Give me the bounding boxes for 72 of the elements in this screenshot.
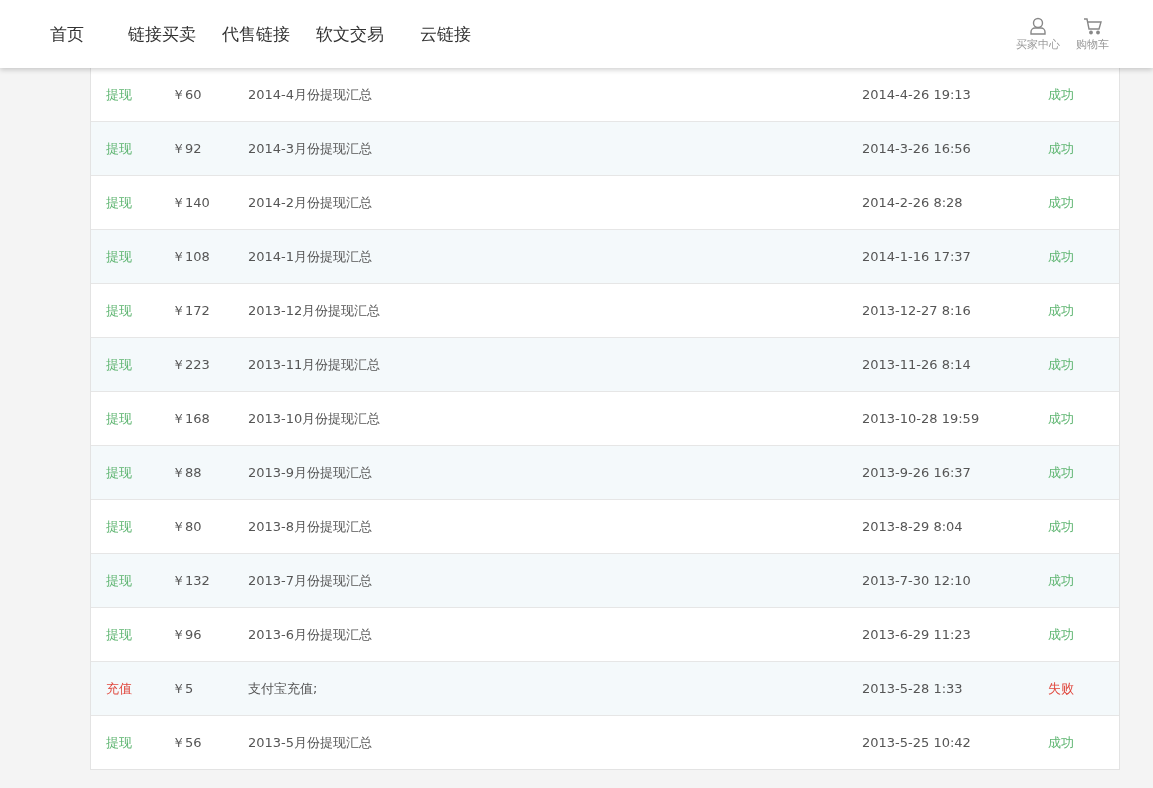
amount-cell-text: ￥56 — [172, 733, 203, 752]
user-icon — [1029, 16, 1047, 35]
nav-link[interactable]: 软文交易 — [316, 22, 384, 46]
amount-cell-text: ￥168 — [172, 409, 211, 428]
time-cell-text: 2014-2-26 8:28 — [862, 195, 964, 210]
status-cell: 成功 — [1048, 193, 1074, 212]
description-cell-text: 2013-12月份提现汇总 — [248, 301, 382, 320]
description-cell-text: 2014-2月份提现汇总 — [248, 193, 374, 212]
status-cell: 成功 — [1048, 625, 1074, 644]
status-cell: 成功 — [1048, 463, 1074, 482]
type-cell-text: 提现 — [106, 463, 133, 482]
description-cell-text: 2013-6月份提现汇总 — [248, 625, 374, 644]
time-cell-text: 2013-5-25 10:42 — [862, 735, 972, 750]
amount-cell-text: ￥108 — [172, 247, 211, 266]
description-cell-text: 2013-10月份提现汇总 — [248, 409, 382, 428]
status-cell: 成功 — [1048, 301, 1074, 320]
description-cell-text: 2014-1月份提现汇总 — [248, 247, 374, 266]
status-cell: 成功 — [1048, 85, 1074, 104]
amount-cell-text: ￥92 — [172, 139, 203, 158]
type-cell-text: 提现 — [106, 139, 133, 158]
description-cell-text: 2013-8月份提现汇总 — [248, 517, 374, 536]
description-cell-text: 2014-4月份提现汇总 — [248, 85, 374, 104]
time-cell-text: 2014-1-16 17:37 — [862, 249, 972, 264]
amount-cell-text: ￥223 — [172, 355, 211, 374]
type-cell-text: 提现 — [106, 301, 133, 320]
description-cell-text: 2013-5月份提现汇总 — [248, 733, 374, 752]
cart-icon — [1082, 16, 1103, 35]
description-cell-text: 2013-9月份提现汇总 — [248, 463, 374, 482]
time-cell-text: 2013-10-28 19:59 — [862, 411, 981, 426]
type-cell-text: 充值 — [106, 679, 133, 698]
status-cell: 成功 — [1048, 355, 1074, 374]
type-cell-text: 提现 — [106, 247, 133, 266]
amount-cell-text: ￥140 — [172, 193, 211, 212]
time-cell-text: 2013-7-30 12:10 — [862, 573, 972, 588]
time-cell-text: 2013-11-26 8:14 — [862, 357, 972, 372]
status-cell: 失败 — [1048, 679, 1074, 698]
type-cell-text: 提现 — [106, 571, 133, 590]
type-cell-text: 提现 — [106, 733, 133, 752]
amount-cell-text: ￥88 — [172, 463, 203, 482]
description-cell-text: 2013-11月份提现汇总 — [248, 355, 382, 374]
type-cell-text: 提现 — [106, 355, 133, 374]
amount-cell-text: ￥60 — [172, 85, 203, 104]
type-cell-text: 提现 — [106, 409, 133, 428]
type-cell-text: 提现 — [106, 625, 133, 644]
time-cell-text: 2013-5-28 1:33 — [862, 681, 964, 696]
status-cell: 成功 — [1048, 409, 1074, 428]
amount-cell-text: ￥172 — [172, 301, 211, 320]
amount-cell-text: ￥80 — [172, 517, 203, 536]
time-cell-text: 2014-4-26 19:13 — [862, 87, 972, 102]
amount-cell-text: ￥96 — [172, 625, 203, 644]
amount-cell-text: ￥132 — [172, 571, 211, 590]
status-cell: 成功 — [1048, 517, 1074, 536]
status-cell: 成功 — [1048, 733, 1074, 752]
time-cell-text: 2013-9-26 16:37 — [862, 465, 972, 480]
type-cell-text: 提现 — [106, 85, 133, 104]
status-cell: 成功 — [1048, 571, 1074, 590]
description-cell-text: 2013-7月份提现汇总 — [248, 571, 374, 590]
type-cell-text: 提现 — [106, 517, 133, 536]
time-cell-text: 2013-6-29 11:23 — [862, 627, 972, 642]
nav-link[interactable]: 链接买卖 — [128, 22, 196, 46]
time-cell-text: 2013-8-29 8:04 — [862, 519, 964, 534]
amount-cell-text: ￥5 — [172, 679, 195, 698]
description-cell-text: 2014-3月份提现汇总 — [248, 139, 374, 158]
type-cell-text: 提现 — [106, 193, 133, 212]
status-cell: 成功 — [1048, 139, 1074, 158]
time-cell-text: 2013-12-27 8:16 — [862, 303, 972, 318]
nav-link[interactable]: 云链接 — [420, 22, 471, 46]
status-cell: 成功 — [1048, 247, 1074, 266]
time-cell-text: 2014-3-26 16:56 — [862, 141, 972, 156]
nav-link[interactable]: 首页 — [50, 22, 84, 46]
description-cell-text: 支付宝充值; — [248, 679, 319, 698]
nav-link[interactable]: 代售链接 — [222, 22, 290, 46]
